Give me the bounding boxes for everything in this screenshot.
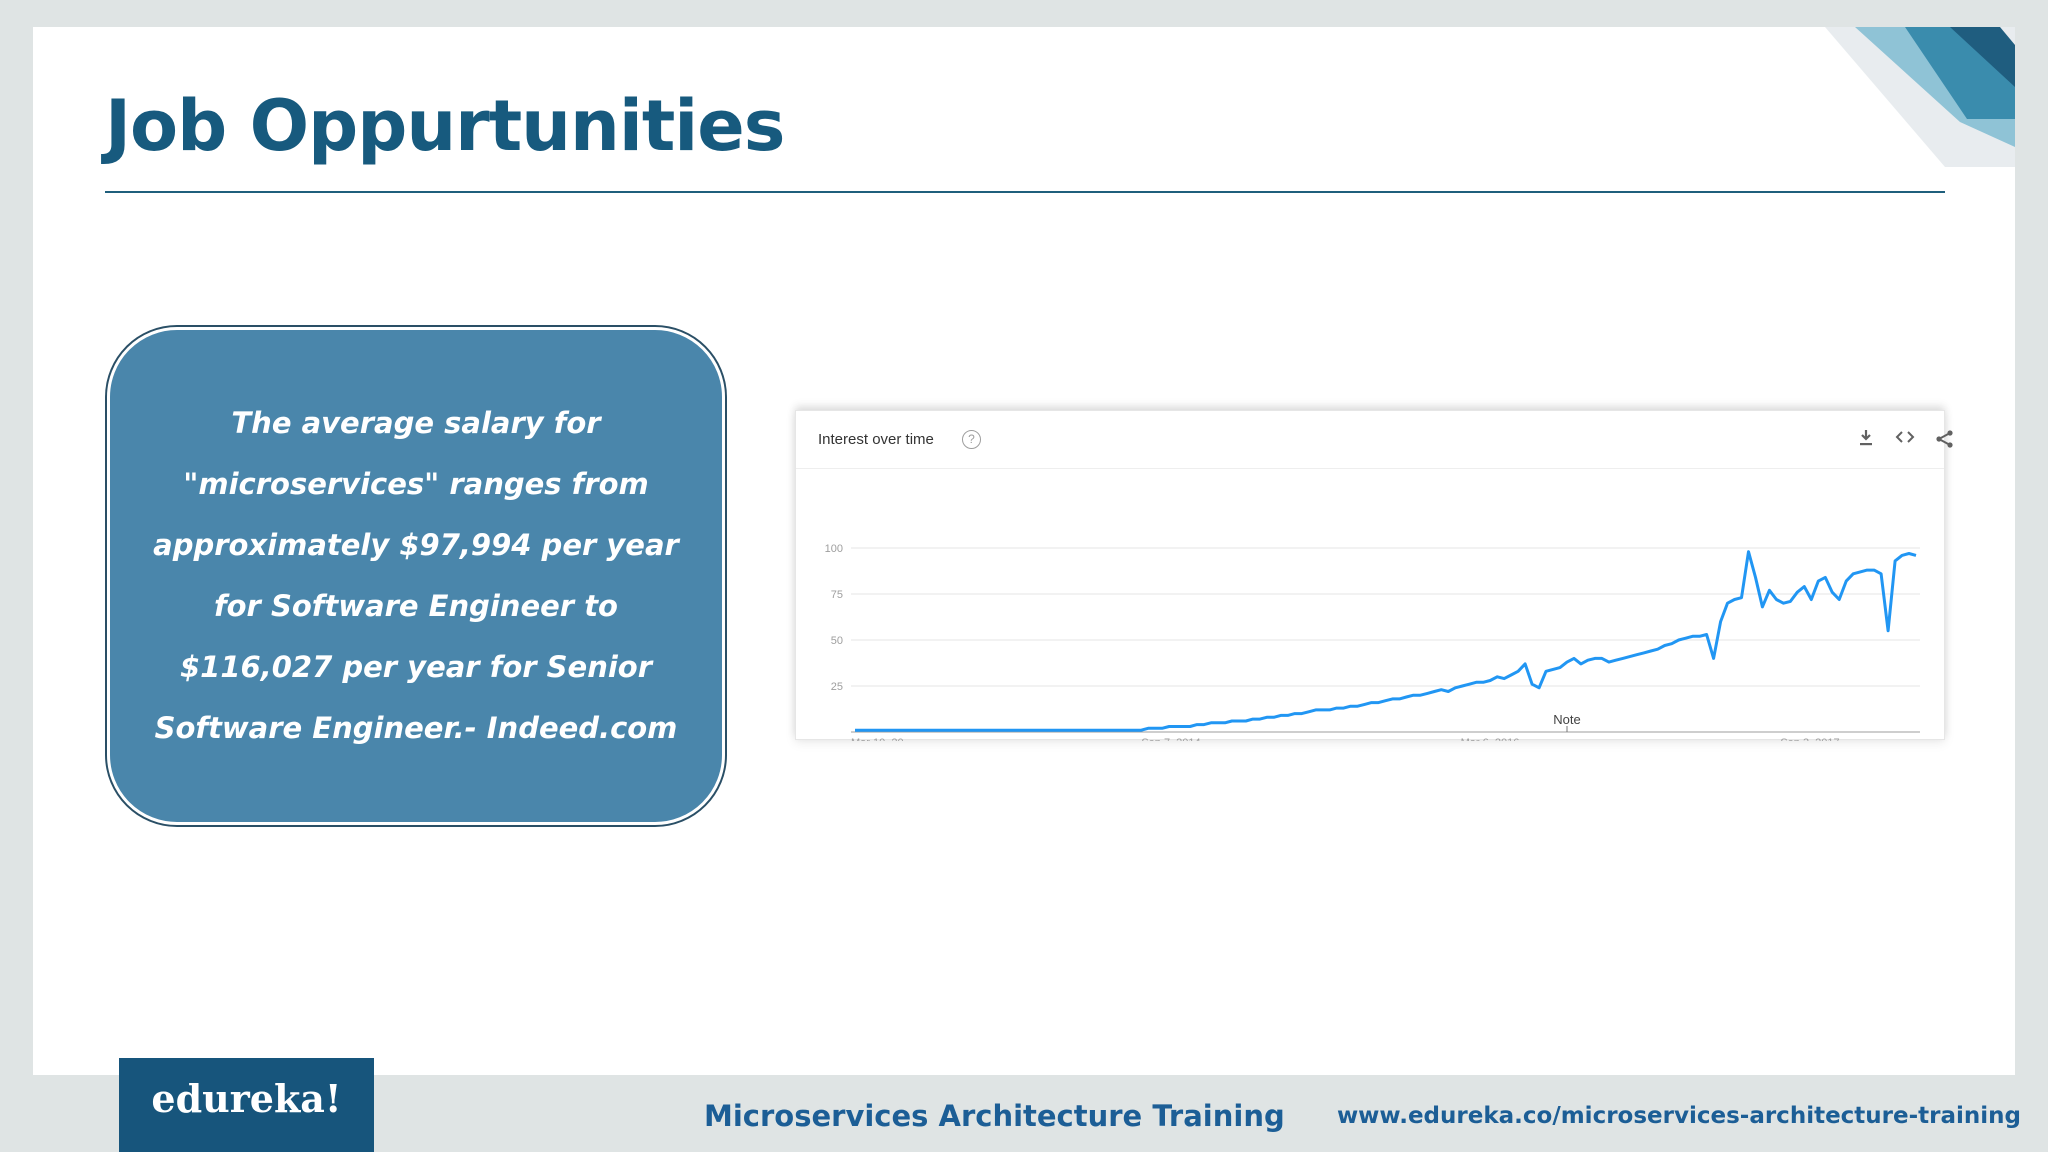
y-tick-label: 50 [831, 635, 843, 647]
y-tick-label: 25 [831, 681, 843, 693]
help-icon[interactable]: ? [962, 430, 981, 449]
series-line [855, 550, 1917, 732]
trend-chart: 100 75 50 25 Mar 10, 20... Sep 7, 2014 Mar 6, … [825, 543, 1920, 741]
y-tick-label: 75 [831, 589, 843, 601]
note-label: Note [1553, 712, 1580, 727]
course-title: Microservices Architecture Training [704, 1099, 1285, 1133]
download-icon[interactable] [1854, 429, 1878, 451]
widget-header: Interest over time ? [796, 411, 1953, 469]
x-tick-label: Sep 7, 2014 [1141, 737, 1200, 741]
salary-callout: The average salary for "microservices" r… [107, 327, 725, 825]
share-icon[interactable] [1933, 429, 1957, 451]
interest-over-time-widget: Interest over time ? 100 75 50 25 Mar 10, 20… [795, 410, 1953, 741]
salary-text: The average salary for "microservices" r… [153, 406, 679, 745]
slide: Job Oppurtunities The average salary for… [33, 27, 2015, 1075]
x-tick-label: Mar 10, 20... [851, 737, 913, 741]
slide-title: Job Oppurtunities [105, 85, 785, 167]
widget-title: Interest over time [818, 431, 934, 448]
embed-icon[interactable] [1893, 429, 1917, 451]
x-tick-label: Mar 6, 2016 [1461, 737, 1520, 741]
x-tick-label: Sep 3, 2017 [1780, 737, 1839, 741]
edureka-logo: edureka! [119, 1058, 374, 1152]
title-divider [105, 191, 1945, 193]
logo-text: edureka! [151, 1075, 342, 1121]
corner-decoration [1825, 27, 2015, 167]
footer-url[interactable]: www.edureka.co/microservices-architectur… [1337, 1103, 2021, 1129]
y-tick-label: 100 [825, 543, 843, 555]
